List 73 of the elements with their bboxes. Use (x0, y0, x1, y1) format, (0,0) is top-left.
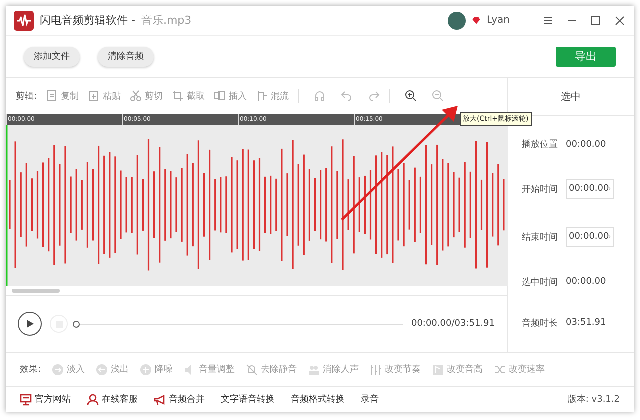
close-icon[interactable] (614, 14, 626, 26)
people-icon (308, 364, 320, 376)
shuffle-icon (494, 364, 506, 376)
file-name: 音乐.mp3 (141, 13, 192, 28)
edit-tool-label: 插入 (229, 90, 248, 102)
playback-time: 00:00.00/03:51.91 (411, 319, 495, 329)
footer-link[interactable]: 官方网站 (20, 393, 71, 406)
field-value: 03:51.91 (566, 318, 606, 328)
edit-tool-label: 剪切 (145, 90, 164, 102)
footer-link[interactable]: 音频格式转换 (291, 393, 345, 406)
edit-tool-label: 混流 (271, 90, 290, 102)
panel-title: 选中 (508, 78, 634, 116)
field-label: 选中时间 (522, 276, 558, 289)
monitor-icon (20, 394, 32, 406)
toolbar-button[interactable]: 添加文件 (24, 46, 80, 66)
edit-label: 剪辑: (16, 90, 38, 102)
footer-link[interactable]: 在线客服 (87, 393, 138, 406)
mute-icon (246, 364, 258, 376)
megaphone-icon (154, 394, 166, 406)
effect-label: 改变音高 (447, 364, 484, 376)
effect-label: 改变速率 (509, 364, 546, 376)
footer-link[interactable]: 录音 (361, 393, 379, 406)
field-label: 开始时间 (522, 184, 558, 196)
effect-label: 去除静音 (261, 364, 298, 376)
maximize-icon[interactable] (590, 14, 602, 26)
time-field[interactable]: 00:00.00 (566, 227, 614, 248)
footer-link-label: 在线客服 (102, 394, 138, 406)
field-value: 00:00.00 (566, 277, 606, 288)
play-icon (25, 319, 35, 329)
field-value: 00:00.00 (566, 140, 606, 150)
sliders-icon (370, 364, 382, 376)
edit-tool-label: 复制 (61, 90, 80, 102)
play-button[interactable] (18, 312, 42, 336)
footer-link-label: 官方网站 (35, 394, 71, 406)
zoom-in-icon[interactable] (405, 90, 418, 102)
waveform-logo-icon (14, 10, 34, 30)
footer-link-label: 音频合并 (169, 394, 205, 406)
fade-out-icon (96, 364, 108, 376)
field-label: 播放位置 (522, 138, 558, 152)
gem-icon (472, 16, 481, 25)
denoise-icon (140, 364, 152, 376)
window-title: 闪电音频剪辑软件 - (40, 13, 136, 28)
time-field[interactable]: 00:00.00 (566, 179, 614, 200)
user-name[interactable]: Lyan (486, 15, 510, 26)
footer-link[interactable]: 音频合并 (154, 393, 205, 406)
effect-label: 浅出 (111, 364, 130, 376)
footer-link[interactable]: 文字语音转换 (221, 393, 275, 406)
edit-tool-label: 截取 (187, 90, 206, 102)
effect-label: 音量调整 (199, 364, 236, 376)
export-button[interactable]: 导出 (556, 46, 616, 66)
cut-icon (130, 90, 142, 102)
effect-label: 淡入 (67, 364, 86, 376)
effect-label: 降噪 (155, 364, 174, 376)
insert-icon (214, 90, 226, 102)
crop-icon (172, 90, 184, 102)
scrollbar[interactable] (6, 286, 507, 296)
copy-icon (46, 90, 58, 102)
effect-label: 改变节奏 (385, 364, 422, 376)
effect-label: 消除人声 (323, 364, 360, 376)
toolbar-button[interactable]: 清除音频 (98, 46, 154, 66)
paste-icon (88, 90, 100, 102)
fade-in-icon (52, 364, 64, 376)
field-label: 音频时长 (522, 318, 558, 330)
edit-tool-label: 粘贴 (103, 90, 122, 102)
mix-icon (256, 90, 268, 102)
progress-handle[interactable] (73, 320, 80, 328)
version-label: 版本: v3.1.2 (568, 394, 620, 406)
person-icon (87, 394, 99, 406)
menu-icon[interactable] (542, 14, 554, 26)
avatar[interactable] (448, 12, 466, 30)
effects-label: 效果: (20, 364, 42, 376)
field-label: 结束时间 (522, 232, 558, 244)
pitch-icon (432, 364, 444, 376)
